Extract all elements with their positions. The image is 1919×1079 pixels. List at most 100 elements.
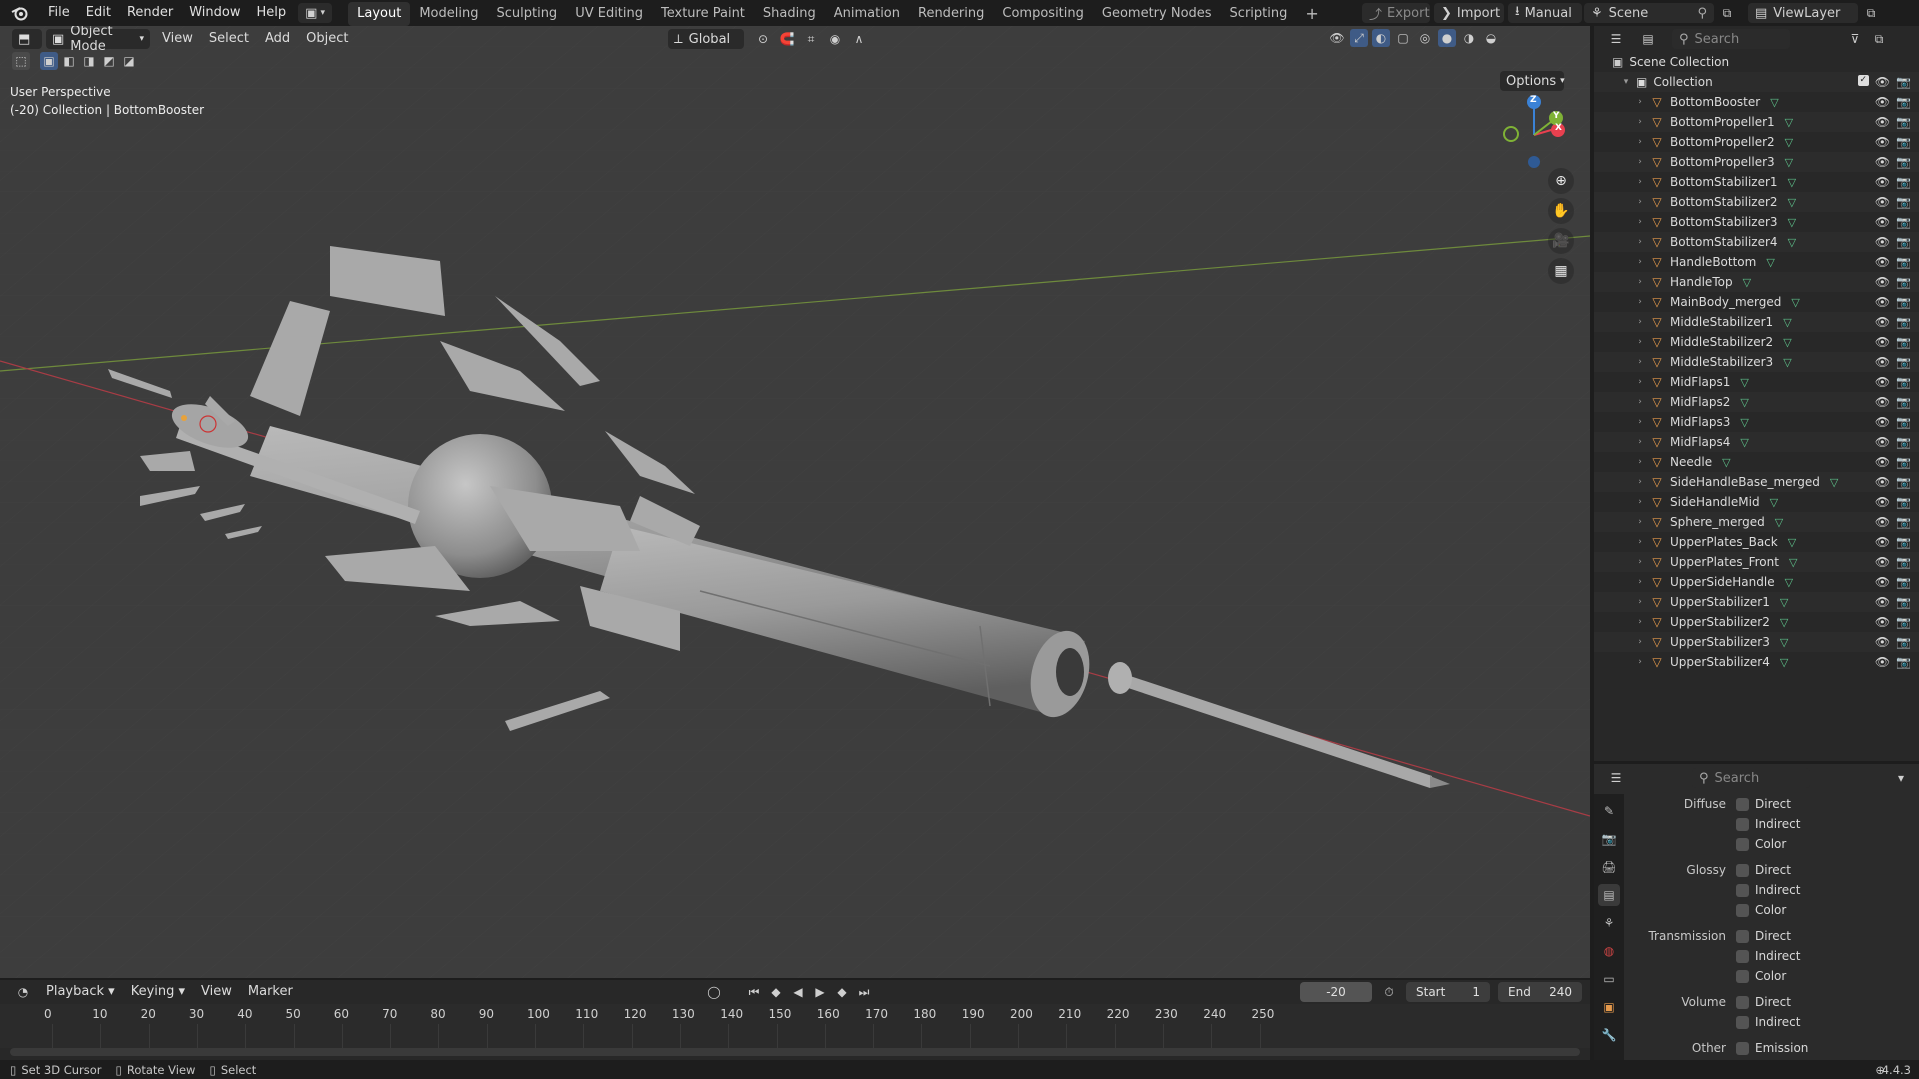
menu-timeline-view[interactable]: View bbox=[193, 979, 240, 1005]
eye-icon[interactable]: 👁 bbox=[1875, 435, 1890, 449]
mesh-data-icon[interactable]: ▽ bbox=[1791, 296, 1799, 309]
eye-icon[interactable]: 👁 bbox=[1875, 575, 1890, 589]
tab-modeling[interactable]: Modeling bbox=[410, 2, 487, 26]
camera-icon[interactable]: 📷 bbox=[1896, 235, 1911, 249]
timeline-ruler[interactable]: 0 10 20 30 40 50 60 70 80 90 100 110 120 130 140 150 160… bbox=[0, 1004, 1590, 1048]
zoom-icon[interactable]: ⊕ bbox=[1548, 168, 1574, 194]
mesh-data-icon[interactable]: ▽ bbox=[1780, 656, 1788, 669]
next-keyframe-icon[interactable]: ◆ bbox=[833, 983, 851, 1001]
camera-icon[interactable]: 📷 bbox=[1896, 175, 1911, 189]
outliner-object-row[interactable]: › ▽ BottomBooster ▽ 👁 📷 bbox=[1594, 92, 1919, 112]
eye-icon[interactable]: 👁 bbox=[1875, 615, 1890, 629]
camera-icon[interactable]: 📷 bbox=[1896, 375, 1911, 389]
outliner-object-row[interactable]: › ▽ BottomPropeller3 ▽ 👁 📷 bbox=[1594, 152, 1919, 172]
export-button[interactable]: ⤴ Export bbox=[1362, 3, 1430, 23]
outliner-object-row[interactable]: › ▽ MidFlaps4 ▽ 👁 📷 bbox=[1594, 432, 1919, 452]
outliner-object-row[interactable]: › ▽ UpperStabilizer3 ▽ 👁 📷 bbox=[1594, 632, 1919, 652]
outliner-object-row[interactable]: › ▽ UpperSideHandle ▽ 👁 📷 bbox=[1594, 572, 1919, 592]
jump-start-icon[interactable]: ⏮ bbox=[745, 983, 763, 1001]
snap-icon[interactable]: 🧲 bbox=[778, 30, 796, 48]
tool-tab-icon[interactable]: ✎ bbox=[1598, 800, 1620, 822]
expand-arrow-icon[interactable]: › bbox=[1634, 157, 1646, 167]
object-tab-icon[interactable]: ▣ bbox=[1598, 996, 1620, 1018]
eye-icon[interactable]: 👁 bbox=[1875, 175, 1890, 189]
clock-icon[interactable]: ⏱ bbox=[1380, 983, 1398, 1001]
tab-compositing[interactable]: Compositing bbox=[993, 2, 1093, 26]
end-frame-field[interactable]: End 240 bbox=[1498, 982, 1582, 1002]
outliner-object-row[interactable]: › ▽ HandleBottom ▽ 👁 📷 bbox=[1594, 252, 1919, 272]
viewlayer-selector[interactable]: ▤ ViewLayer bbox=[1748, 3, 1858, 23]
outliner-object-row[interactable]: › ▽ MiddleStabilizer1 ▽ 👁 📷 bbox=[1594, 312, 1919, 332]
menu-keying[interactable]: Keying ▾ bbox=[123, 979, 193, 1005]
outliner-object-row[interactable]: › ▽ UpperStabilizer2 ▽ 👁 📷 bbox=[1594, 612, 1919, 632]
scene-selector[interactable]: ⚘ Scene ⚲ bbox=[1584, 3, 1714, 23]
expand-arrow-icon[interactable]: › bbox=[1634, 357, 1646, 367]
camera-icon[interactable]: 📷 bbox=[1896, 595, 1911, 609]
pass-checkbox[interactable] bbox=[1736, 817, 1749, 831]
eye-icon[interactable]: 👁 bbox=[1875, 315, 1890, 329]
outliner-object-row[interactable]: › ▽ SideHandleMid ▽ 👁 📷 bbox=[1594, 492, 1919, 512]
menu-help[interactable]: Help bbox=[249, 0, 295, 26]
camera-icon[interactable]: 📷 bbox=[1896, 315, 1911, 329]
expand-arrow-icon[interactable]: › bbox=[1634, 497, 1646, 507]
camera-icon[interactable]: 📷 bbox=[1896, 635, 1911, 649]
modifier-tab-icon[interactable]: 🔧 bbox=[1598, 1024, 1620, 1046]
camera-icon[interactable]: 📷 bbox=[1896, 615, 1911, 629]
camera-icon[interactable]: 📷 bbox=[1896, 355, 1911, 369]
outliner-object-row[interactable]: › ▽ MidFlaps1 ▽ 👁 📷 bbox=[1594, 372, 1919, 392]
overlays-toggle-icon[interactable]: ◐ bbox=[1372, 29, 1390, 47]
expand-arrow-icon[interactable]: › bbox=[1634, 197, 1646, 207]
pass-checkbox[interactable] bbox=[1736, 969, 1749, 983]
menu-select[interactable]: Select bbox=[201, 26, 257, 52]
properties-search-field[interactable]: ⚲ Search bbox=[1692, 768, 1810, 788]
mesh-data-icon[interactable]: ▽ bbox=[1783, 336, 1791, 349]
select-invert-icon[interactable]: ◩ bbox=[100, 52, 118, 70]
tab-scripting[interactable]: Scripting bbox=[1221, 2, 1297, 26]
camera-icon[interactable]: 📷 bbox=[1896, 435, 1911, 449]
solid-shading-icon[interactable]: ● bbox=[1438, 29, 1456, 47]
pass-checkbox[interactable] bbox=[1736, 797, 1749, 811]
outliner-object-row[interactable]: › ▽ BottomStabilizer3 ▽ 👁 📷 bbox=[1594, 212, 1919, 232]
expand-arrow-icon[interactable]: › bbox=[1634, 97, 1646, 107]
outliner-object-row[interactable]: › ▽ BottomStabilizer4 ▽ 👁 📷 bbox=[1594, 232, 1919, 252]
menu-playback[interactable]: Playback ▾ bbox=[38, 979, 123, 1005]
expand-arrow-icon[interactable]: › bbox=[1634, 277, 1646, 287]
camera-icon[interactable]: 📷 bbox=[1896, 415, 1911, 429]
camera-icon[interactable]: 📷 bbox=[1896, 335, 1911, 349]
expand-arrow-icon[interactable]: › bbox=[1634, 457, 1646, 467]
camera-icon[interactable]: 📷 bbox=[1896, 135, 1911, 149]
eye-icon[interactable]: 👁 bbox=[1875, 555, 1890, 569]
eye-icon[interactable]: 👁 bbox=[1875, 415, 1890, 429]
mesh-data-icon[interactable]: ▽ bbox=[1740, 376, 1748, 389]
add-workspace-button[interactable]: + bbox=[1296, 2, 1327, 26]
eye-icon[interactable]: 👁 bbox=[1875, 155, 1890, 169]
tab-geometry-nodes[interactable]: Geometry Nodes bbox=[1093, 2, 1221, 26]
expand-arrow-icon[interactable]: › bbox=[1634, 317, 1646, 327]
pass-checkbox[interactable] bbox=[1736, 1041, 1749, 1055]
eye-icon[interactable]: 👁 bbox=[1875, 235, 1890, 249]
menu-marker[interactable]: Marker bbox=[240, 979, 301, 1005]
select-new-icon[interactable]: ▣ bbox=[40, 52, 58, 70]
perspective-grid-icon[interactable]: ▦ bbox=[1548, 258, 1574, 284]
mesh-data-icon[interactable]: ▽ bbox=[1830, 476, 1838, 489]
new-scene-icon[interactable]: ⧉ bbox=[1718, 4, 1736, 22]
mesh-data-icon[interactable]: ▽ bbox=[1722, 456, 1730, 469]
tab-rendering[interactable]: Rendering bbox=[909, 2, 993, 26]
expand-arrow-icon[interactable]: › bbox=[1634, 117, 1646, 127]
camera-icon[interactable]: 📷 bbox=[1896, 495, 1911, 509]
outliner-object-row[interactable]: › ▽ UpperPlates_Front ▽ 👁 📷 bbox=[1594, 552, 1919, 572]
eye-icon[interactable]: 👁 bbox=[1875, 375, 1890, 389]
eye-icon[interactable]: 👁 bbox=[1875, 295, 1890, 309]
mesh-data-icon[interactable]: ▽ bbox=[1740, 396, 1748, 409]
camera-icon[interactable]: 📷 bbox=[1896, 275, 1911, 289]
pass-checkbox[interactable] bbox=[1736, 995, 1749, 1009]
pass-checkbox[interactable] bbox=[1736, 883, 1749, 897]
expand-arrow-icon[interactable]: › bbox=[1634, 517, 1646, 527]
eye-icon[interactable]: 👁 bbox=[1875, 455, 1890, 469]
editor-type-3d-dropdown[interactable]: ⬒ bbox=[12, 29, 42, 49]
camera-icon[interactable]: 📷 bbox=[1896, 295, 1911, 309]
mesh-data-icon[interactable]: ▽ bbox=[1743, 276, 1751, 289]
eye-icon[interactable]: 👁 bbox=[1875, 515, 1890, 529]
render-tab-icon[interactable]: 📷 bbox=[1598, 828, 1620, 850]
expand-arrow-icon[interactable]: › bbox=[1634, 557, 1646, 567]
